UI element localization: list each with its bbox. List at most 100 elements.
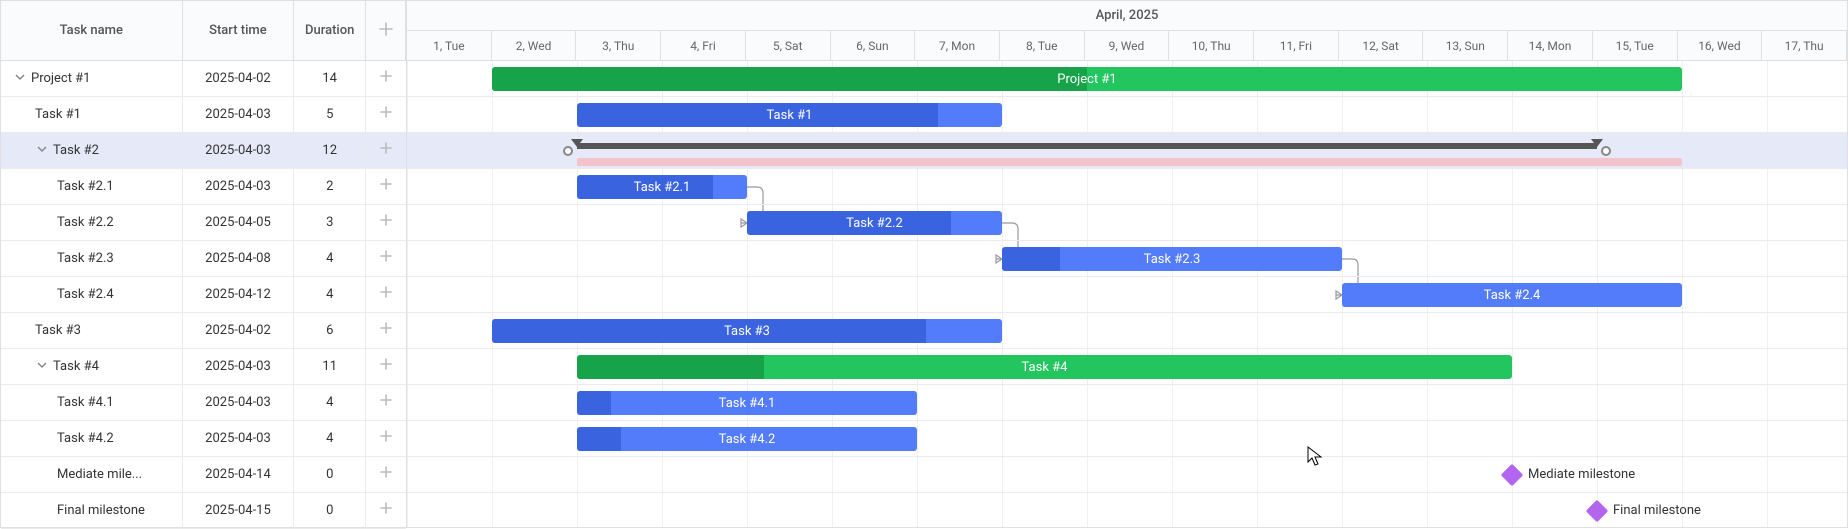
table-row[interactable]: Task #4.22025-04-034 bbox=[1, 421, 406, 457]
summary-bar[interactable] bbox=[577, 143, 1597, 149]
task-bar[interactable]: Task #1 bbox=[577, 103, 1002, 127]
link-handle[interactable] bbox=[563, 146, 573, 156]
duration-cell[interactable]: 3 bbox=[294, 205, 366, 240]
table-row[interactable]: Task #22025-04-0312 bbox=[1, 133, 406, 169]
chevron-down-icon[interactable] bbox=[35, 143, 49, 158]
timeline-row[interactable]: Task #3 bbox=[407, 313, 1847, 349]
start-time-cell[interactable]: 2025-04-14 bbox=[183, 457, 295, 492]
timeline-row[interactable]: Project #1 bbox=[407, 61, 1847, 97]
duration-cell[interactable]: 5 bbox=[294, 97, 366, 132]
timeline[interactable]: April, 2025 1, Tue2, Wed3, Thu4, Fri5, S… bbox=[407, 1, 1847, 527]
table-row[interactable]: Task #42025-04-0311 bbox=[1, 349, 406, 385]
start-time-cell[interactable]: 2025-04-03 bbox=[183, 421, 295, 456]
add-task-button[interactable] bbox=[366, 421, 406, 456]
duration-cell[interactable]: 2 bbox=[294, 169, 366, 204]
timeline-row[interactable]: Task #4.2 bbox=[407, 421, 1847, 457]
table-row[interactable]: Task #2.12025-04-032 bbox=[1, 169, 406, 205]
start-time-cell[interactable]: 2025-04-03 bbox=[183, 133, 295, 168]
table-row[interactable]: Task #2.22025-04-053 bbox=[1, 205, 406, 241]
duration-cell[interactable]: 12 bbox=[294, 133, 366, 168]
task-name-cell[interactable]: Task #2.4 bbox=[1, 277, 183, 312]
table-row[interactable]: Project #12025-04-0214 bbox=[1, 61, 406, 97]
add-task-button[interactable] bbox=[366, 313, 406, 348]
task-name-cell[interactable]: Project #1 bbox=[1, 61, 183, 96]
milestone-diamond[interactable] bbox=[1501, 464, 1524, 487]
duration-cell[interactable]: 6 bbox=[294, 313, 366, 348]
add-task-button[interactable] bbox=[366, 349, 406, 384]
task-name-cell[interactable]: Task #1 bbox=[1, 97, 183, 132]
table-row[interactable]: Task #4.12025-04-034 bbox=[1, 385, 406, 421]
task-name-cell[interactable]: Task #4.2 bbox=[1, 421, 183, 456]
table-row[interactable]: Task #2.42025-04-124 bbox=[1, 277, 406, 313]
add-task-button[interactable] bbox=[366, 133, 406, 168]
start-time-cell[interactable]: 2025-04-03 bbox=[183, 349, 295, 384]
timeline-row[interactable]: Final milestone bbox=[407, 493, 1847, 527]
task-bar[interactable]: Task #4.1 bbox=[577, 391, 917, 415]
add-task-button[interactable] bbox=[366, 205, 406, 240]
task-name-cell[interactable]: Task #2.3 bbox=[1, 241, 183, 276]
duration-cell[interactable]: 14 bbox=[294, 61, 366, 96]
table-row[interactable]: Task #2.32025-04-084 bbox=[1, 241, 406, 277]
task-name-cell[interactable]: Task #2.2 bbox=[1, 205, 183, 240]
table-row[interactable]: Final milestone2025-04-150 bbox=[1, 493, 406, 529]
table-row[interactable]: Task #32025-04-026 bbox=[1, 313, 406, 349]
task-name-cell[interactable]: Mediate mile... bbox=[1, 457, 183, 492]
timeline-row[interactable]: Task #1 bbox=[407, 97, 1847, 133]
start-time-cell[interactable]: 2025-04-03 bbox=[183, 169, 295, 204]
task-name-cell[interactable]: Task #2 bbox=[1, 133, 183, 168]
task-bar[interactable]: Task #2.3 bbox=[1002, 247, 1342, 271]
duration-cell[interactable]: 0 bbox=[294, 457, 366, 492]
link-handle[interactable] bbox=[1601, 146, 1611, 156]
col-header-task-name[interactable]: Task name bbox=[1, 1, 183, 60]
duration-cell[interactable]: 4 bbox=[294, 277, 366, 312]
task-bar[interactable]: Task #3 bbox=[492, 319, 1002, 343]
timeline-row[interactable] bbox=[407, 133, 1847, 169]
timeline-row[interactable]: Task #2.3 bbox=[407, 241, 1847, 277]
table-row[interactable]: Mediate mile...2025-04-140 bbox=[1, 457, 406, 493]
duration-cell[interactable]: 0 bbox=[294, 493, 366, 528]
col-header-start-time[interactable]: Start time bbox=[183, 1, 295, 60]
task-name-cell[interactable]: Task #2.1 bbox=[1, 169, 183, 204]
duration-cell[interactable]: 4 bbox=[294, 385, 366, 420]
add-column-button[interactable] bbox=[366, 1, 406, 60]
chevron-down-icon[interactable] bbox=[13, 71, 27, 86]
task-name-cell[interactable]: Task #3 bbox=[1, 313, 183, 348]
task-bar[interactable]: Task #2.2 bbox=[747, 211, 1002, 235]
start-time-cell[interactable]: 2025-04-15 bbox=[183, 493, 295, 528]
timeline-row[interactable]: Task #2.2 bbox=[407, 205, 1847, 241]
add-task-button[interactable] bbox=[366, 61, 406, 96]
project-bar[interactable]: Task #4 bbox=[577, 355, 1512, 379]
task-bar[interactable]: Task #2.4 bbox=[1342, 283, 1682, 307]
start-time-cell[interactable]: 2025-04-12 bbox=[183, 277, 295, 312]
duration-cell[interactable]: 11 bbox=[294, 349, 366, 384]
duration-cell[interactable]: 4 bbox=[294, 421, 366, 456]
duration-cell[interactable]: 4 bbox=[294, 241, 366, 276]
start-time-cell[interactable]: 2025-04-03 bbox=[183, 97, 295, 132]
start-time-cell[interactable]: 2025-04-03 bbox=[183, 385, 295, 420]
add-task-button[interactable] bbox=[366, 493, 406, 528]
milestone-diamond[interactable] bbox=[1586, 500, 1609, 523]
add-task-button[interactable] bbox=[366, 385, 406, 420]
timeline-row[interactable]: Task #4.1 bbox=[407, 385, 1847, 421]
add-task-button[interactable] bbox=[366, 97, 406, 132]
add-task-button[interactable] bbox=[366, 457, 406, 492]
task-name-cell[interactable]: Final milestone bbox=[1, 493, 183, 528]
timeline-row[interactable]: Task #2.1 bbox=[407, 169, 1847, 205]
chevron-down-icon[interactable] bbox=[35, 359, 49, 374]
start-time-cell[interactable]: 2025-04-02 bbox=[183, 313, 295, 348]
start-time-cell[interactable]: 2025-04-08 bbox=[183, 241, 295, 276]
add-task-button[interactable] bbox=[366, 277, 406, 312]
task-name-cell[interactable]: Task #4 bbox=[1, 349, 183, 384]
timeline-row[interactable]: Task #4 bbox=[407, 349, 1847, 385]
task-bar[interactable]: Task #4.2 bbox=[577, 427, 917, 451]
col-header-duration[interactable]: Duration bbox=[294, 1, 366, 60]
start-time-cell[interactable]: 2025-04-05 bbox=[183, 205, 295, 240]
add-task-button[interactable] bbox=[366, 169, 406, 204]
add-task-button[interactable] bbox=[366, 241, 406, 276]
task-name-cell[interactable]: Task #4.1 bbox=[1, 385, 183, 420]
timeline-row[interactable]: Mediate milestone bbox=[407, 457, 1847, 493]
task-bar[interactable]: Task #2.1 bbox=[577, 175, 747, 199]
project-bar[interactable]: Project #1 bbox=[492, 67, 1682, 91]
start-time-cell[interactable]: 2025-04-02 bbox=[183, 61, 295, 96]
timeline-row[interactable]: Task #2.4 bbox=[407, 277, 1847, 313]
